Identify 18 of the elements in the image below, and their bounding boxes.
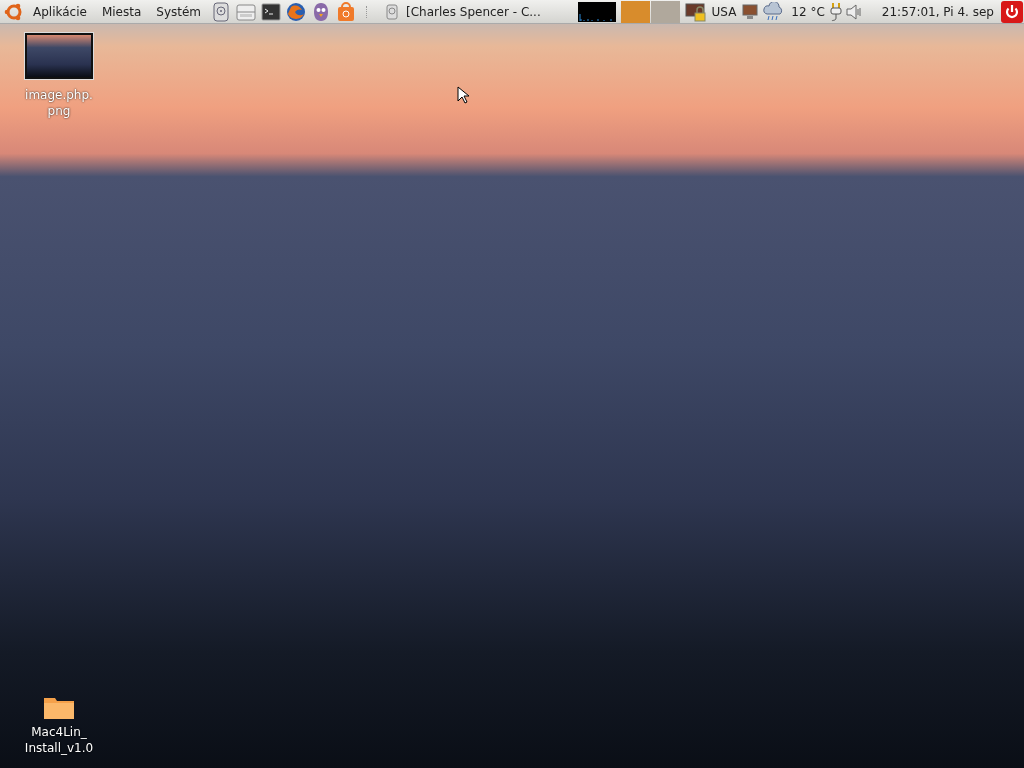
- menu-item[interactable]: Aplikácie: [27, 4, 93, 19]
- browser-icon[interactable]: [285, 0, 308, 23]
- terminal-icon[interactable]: [260, 0, 283, 23]
- power-icon[interactable]: [1001, 0, 1023, 23]
- volume-icon[interactable]: [844, 2, 863, 21]
- image-thumbnail[interactable]: [25, 33, 93, 79]
- menu-item[interactable]: Miesta: [95, 4, 148, 19]
- system-monitor-graph[interactable]: [577, 1, 616, 22]
- logo-icon[interactable]: [4, 1, 24, 22]
- file-label[interactable]: Mac4Lin_ Install_v1.0: [24, 724, 94, 756]
- mouse-pointer-icon: [457, 86, 469, 104]
- clock[interactable]: 21:57:01, Pi 4. sep: [879, 4, 996, 19]
- keyboard-layout[interactable]: USA: [709, 4, 739, 19]
- menu-item[interactable]: Systém: [150, 4, 208, 19]
- temperature-text[interactable]: 12 °C: [789, 4, 827, 19]
- lock-icon[interactable]: [684, 0, 707, 23]
- taskbar-button[interactable]: [Charles Spencer - C...: [378, 0, 547, 23]
- power-plug-icon[interactable]: [829, 1, 842, 22]
